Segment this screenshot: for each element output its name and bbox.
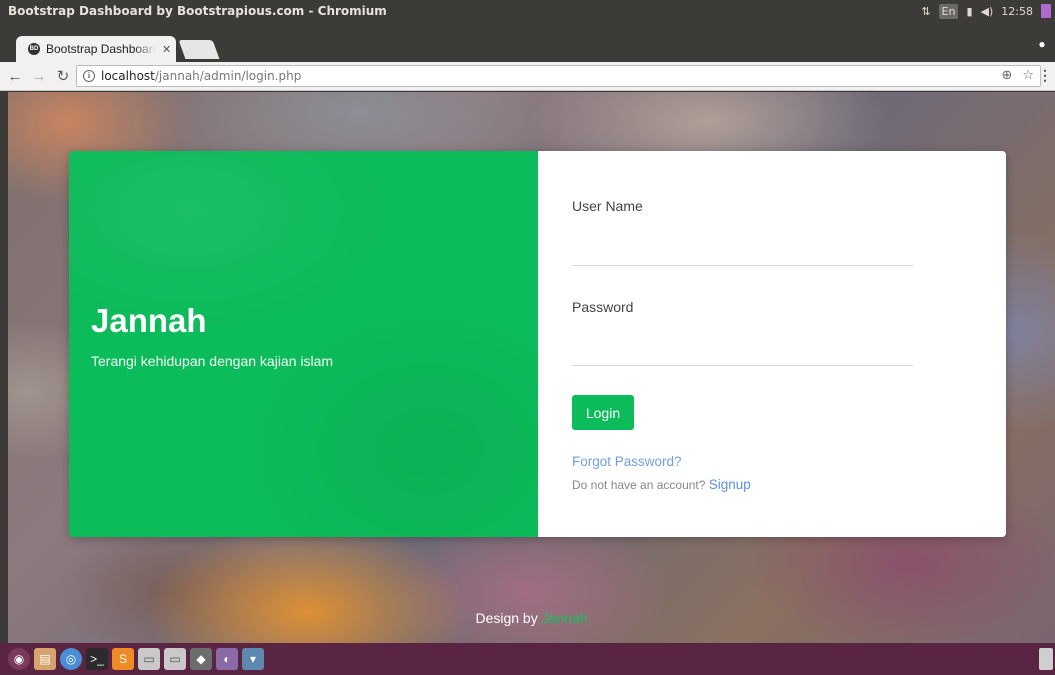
brand-tagline: Terangi kehidupan dengan kajian islam	[91, 353, 334, 369]
keyboard-layout-indicator[interactable]: En	[938, 3, 959, 19]
forgot-password-link[interactable]: Forgot Password?	[572, 454, 682, 469]
sublime-text-icon[interactable]: S	[112, 648, 134, 670]
tab-close-icon[interactable]: ✕	[162, 43, 171, 56]
trash-icon[interactable]	[1039, 648, 1053, 670]
window-title: Bootstrap Dashboard by Bootstrapious.com…	[8, 4, 387, 18]
username-underline	[572, 265, 913, 266]
forward-arrow-icon[interactable]: →	[30, 68, 48, 85]
address-bar[interactable]: i localhost/jannah/admin/login.php ⊕ ☆	[76, 65, 1041, 87]
tab-title: Bootstrap Dashboard by Bootstrapious.com	[46, 42, 156, 56]
new-tab-button[interactable]	[178, 40, 220, 59]
password-input[interactable]	[572, 337, 913, 363]
url-host: localhost	[101, 69, 155, 83]
browser-menu-icon[interactable]: ⋮	[1038, 67, 1052, 84]
network-indicator-icon[interactable]: ⇅	[921, 5, 930, 18]
volume-icon[interactable]: ◀)	[981, 5, 994, 18]
brand-title: Jannah	[91, 302, 207, 339]
footer-prefix: Design by	[475, 610, 538, 626]
page-viewport: Jannah Terangi kehidupan dengan kajian i…	[8, 92, 1055, 643]
profile-icon[interactable]: ●	[1035, 37, 1049, 53]
username-input[interactable]	[572, 237, 913, 263]
page-footer: Design by Jannah	[8, 610, 1055, 626]
battery-icon[interactable]: ▮	[966, 5, 972, 18]
tab-favicon-icon: BD	[28, 43, 40, 55]
footer-brand-link[interactable]: Jannah	[542, 610, 588, 626]
app-icon[interactable]: ◐	[216, 648, 238, 670]
login-card: Jannah Terangi kehidupan dengan kajian i…	[69, 151, 1006, 537]
password-underline	[572, 365, 913, 366]
power-icon[interactable]	[1041, 4, 1051, 18]
window-titlebar: Bootstrap Dashboard by Bootstrapious.com…	[0, 0, 1055, 33]
username-label: User Name	[572, 198, 643, 214]
bookmark-star-icon[interactable]: ☆	[1022, 68, 1034, 83]
system-tray: ⇅ En ▮ ◀) 12:58	[921, 0, 1055, 22]
brand-panel: Jannah Terangi kehidupan dengan kajian i…	[69, 151, 538, 537]
login-button[interactable]: Login	[572, 395, 634, 430]
zoom-icon[interactable]: ⊕	[1001, 68, 1012, 83]
terminal-icon[interactable]: >_	[86, 648, 108, 670]
clock[interactable]: 12:58	[1001, 5, 1033, 18]
inkscape-icon[interactable]: ◆	[190, 648, 212, 670]
drive-icon[interactable]: ▭	[138, 648, 160, 670]
files-icon[interactable]: ▤	[34, 648, 56, 670]
browser-tab[interactable]: BD Bootstrap Dashboard by Bootstrapious.…	[16, 36, 176, 62]
unity-launcher: ◉ ▤ ◎ >_ S ▭ ▭ ◆ ◐ ▾	[0, 643, 1055, 675]
reload-icon[interactable]: ↻	[54, 67, 72, 85]
network-icon[interactable]: ▾	[242, 648, 264, 670]
signup-prompt-text: Do not have an account?	[572, 478, 706, 492]
password-label: Password	[572, 299, 634, 315]
url-path: /jannah/admin/login.php	[154, 69, 302, 83]
signup-link[interactable]: Signup	[709, 477, 751, 492]
drive-icon[interactable]: ▭	[164, 648, 186, 670]
login-form: User Name Password Login Forgot Password…	[538, 151, 1006, 537]
site-info-icon[interactable]: i	[83, 70, 95, 82]
ubuntu-dash-icon[interactable]: ◉	[8, 648, 30, 670]
chromium-icon[interactable]: ◎	[60, 648, 82, 670]
back-arrow-icon[interactable]: ←	[6, 68, 24, 85]
signup-prompt: Do not have an account? Signup	[572, 477, 751, 492]
browser-toolbar: ← → ↻ i localhost/jannah/admin/login.php…	[0, 62, 1055, 91]
